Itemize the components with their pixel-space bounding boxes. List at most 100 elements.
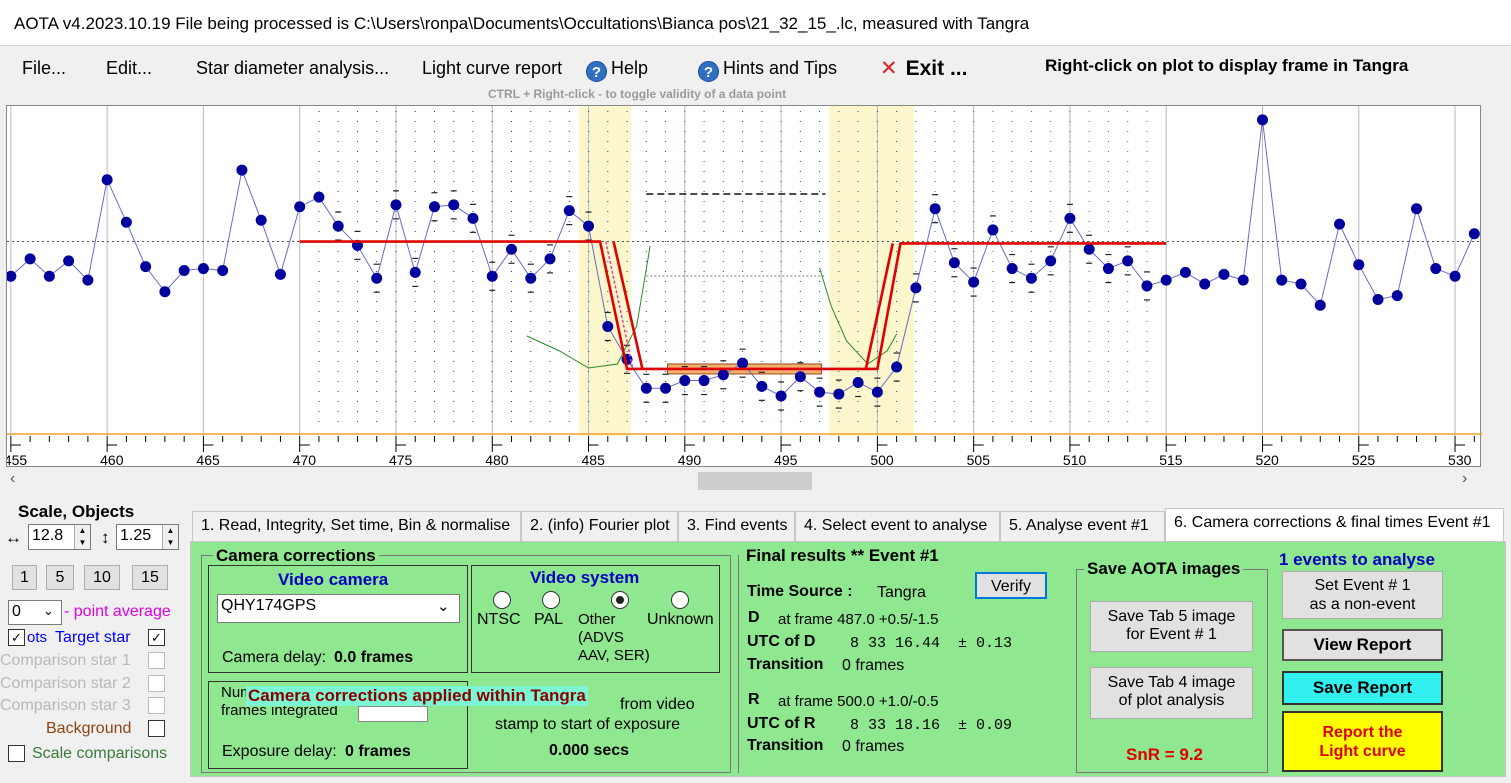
data-point xyxy=(43,270,55,282)
comp1-label: Comparison star 1 xyxy=(0,652,131,669)
data-point xyxy=(1179,266,1191,278)
save-report-button[interactable]: Save Report xyxy=(1282,671,1443,705)
data-point xyxy=(968,276,980,288)
other-radio[interactable] xyxy=(611,591,629,609)
scroll-right-icon[interactable]: › xyxy=(1462,470,1467,488)
dots-label: ots xyxy=(27,629,48,646)
menu-help-label: Help xyxy=(611,58,649,78)
menu-edit[interactable]: Edit... xyxy=(106,58,152,79)
r-label: R xyxy=(748,691,760,708)
comp3-label: Comparison star 3 xyxy=(0,697,131,714)
scale-value: 12.8 xyxy=(32,527,64,544)
chevron-down-icon[interactable]: ▼ xyxy=(162,537,178,549)
data-point xyxy=(1256,114,1268,126)
menu-hints[interactable]: ? Hints and Tips xyxy=(698,58,837,82)
data-point xyxy=(82,274,94,286)
dots-checkbox[interactable]: ✓ xyxy=(8,629,25,646)
tab-read[interactable]: 1. Read, Integrity, Set time, Bin & norm… xyxy=(192,511,521,541)
utc-d-label: UTC of D xyxy=(747,633,816,650)
data-point xyxy=(775,390,787,402)
target-star-checkbox[interactable]: ✓ xyxy=(148,629,165,646)
plot-scrollbar[interactable]: ‹ › xyxy=(0,467,1481,492)
menu-bar: File... Edit... Star diameter analysis..… xyxy=(0,47,1511,104)
comp2-checkbox[interactable] xyxy=(148,675,165,692)
menu-hints-label: Hints and Tips xyxy=(723,58,838,78)
menu-star-diameter[interactable]: Star diameter analysis... xyxy=(196,58,389,79)
transition-r-value: 0 frames xyxy=(842,738,905,755)
data-point xyxy=(24,253,36,265)
tab-camera-corrections[interactable]: 6. Camera corrections & final times Even… xyxy=(1165,508,1504,542)
scroll-thumb[interactable] xyxy=(698,472,812,490)
menu-light-curve-report[interactable]: Light curve report xyxy=(422,58,562,79)
view-report-button[interactable]: View Report xyxy=(1282,629,1443,661)
light-curve-plot[interactable]: 455 460 465 470 475 480 485 490 495 500 505 510 515 5… xyxy=(6,105,1482,468)
objects-stepper[interactable]: 1.25 ▲ ▼ xyxy=(116,524,179,550)
data-point xyxy=(1314,299,1326,311)
horizontal-scale-icon: ↔ xyxy=(5,528,22,547)
exposure-secs-value: 0.000 secs xyxy=(549,742,630,759)
chevron-up-icon[interactable]: ▲ xyxy=(162,525,178,537)
tab-analyse-event[interactable]: 5. Analyse event #1 xyxy=(1000,511,1165,541)
report-light-curve-button[interactable]: Report the Light curve xyxy=(1282,711,1443,772)
data-point xyxy=(1295,278,1307,290)
data-point xyxy=(871,386,883,398)
data-point xyxy=(1237,274,1249,286)
camera-select[interactable]: QHY174GPS ⌄ xyxy=(217,594,460,623)
x-tick-label: 495 xyxy=(774,452,798,468)
ntsc-radio[interactable] xyxy=(493,591,511,609)
help-icon: ? xyxy=(586,61,607,82)
r-frame-value: at frame 500.0 +1.0/-0.5 xyxy=(778,693,939,710)
data-point xyxy=(756,380,768,392)
light-curve-svg[interactable]: 455 460 465 470 475 480 485 490 495 500 505 510 515 5… xyxy=(7,106,1482,468)
chevron-down-icon[interactable]: ▼ xyxy=(74,537,90,549)
point-average-label: - point average xyxy=(64,603,171,620)
data-point xyxy=(101,174,113,186)
data-point xyxy=(371,272,383,284)
scale-stepper[interactable]: 12.8 ▲ ▼ xyxy=(28,524,91,550)
background-checkbox[interactable] xyxy=(148,720,165,737)
scroll-left-icon[interactable]: ‹ xyxy=(10,470,15,488)
utc-r-value: 8 33 18.16 ± 0.09 xyxy=(841,717,1013,734)
scale-1-button[interactable]: 1 xyxy=(12,565,37,590)
pal-radio[interactable] xyxy=(542,591,560,609)
set-non-event-button[interactable]: Set Event # 1 as a non-event xyxy=(1282,571,1443,619)
unknown-radio[interactable] xyxy=(671,591,689,609)
save-tab4-button[interactable]: Save Tab 4 image of plot analysis xyxy=(1090,667,1253,719)
data-point xyxy=(1334,218,1346,230)
transition-d-label: Transition xyxy=(747,656,824,673)
data-point xyxy=(120,216,132,228)
menu-help[interactable]: ? Help xyxy=(586,58,648,82)
data-point xyxy=(1083,243,1095,255)
data-point xyxy=(563,205,575,217)
chevron-up-icon[interactable]: ▲ xyxy=(74,525,90,537)
menu-exit[interactable]: ✕ Exit ... xyxy=(880,56,967,81)
comp3-checkbox[interactable] xyxy=(148,697,165,714)
scale-10-button[interactable]: 10 xyxy=(84,565,120,590)
data-point xyxy=(1199,278,1211,290)
tab-select-event[interactable]: 4. Select event to analyse xyxy=(795,511,1000,541)
verify-button[interactable]: Verify xyxy=(975,572,1047,599)
scale-15-button[interactable]: 15 xyxy=(132,565,168,590)
tab-find-events[interactable]: 3. Find events xyxy=(678,511,795,541)
final-results-title: Final results ** Event #1 xyxy=(743,546,942,566)
menu-file[interactable]: File... xyxy=(22,58,66,79)
num-frames-input[interactable] xyxy=(358,706,428,722)
data-point xyxy=(63,255,75,267)
save-tab5-button[interactable]: Save Tab 5 image for Event # 1 xyxy=(1090,601,1253,652)
point-average-select[interactable]: 0 ⌄ xyxy=(8,600,62,625)
comp1-checkbox[interactable] xyxy=(148,652,165,669)
tab-fourier[interactable]: 2. (info) Fourier plot xyxy=(521,511,678,541)
data-point xyxy=(698,375,710,387)
right-click-hint: Right-click on plot to display frame in … xyxy=(1045,56,1409,75)
data-point xyxy=(525,272,537,284)
scale-5-button[interactable]: 5 xyxy=(46,565,74,590)
menu-exit-label: Exit ... xyxy=(905,57,968,80)
unknown-label: Unknown xyxy=(647,611,714,628)
data-point xyxy=(467,212,479,224)
camera-corrections-title: Camera corrections xyxy=(213,546,379,566)
exposure-delay-label: Exposure delay: xyxy=(222,743,337,760)
scale-comparisons-checkbox[interactable] xyxy=(8,745,25,762)
data-point xyxy=(274,268,286,280)
data-point xyxy=(583,220,595,232)
x-tick-label: 525 xyxy=(1352,452,1376,468)
